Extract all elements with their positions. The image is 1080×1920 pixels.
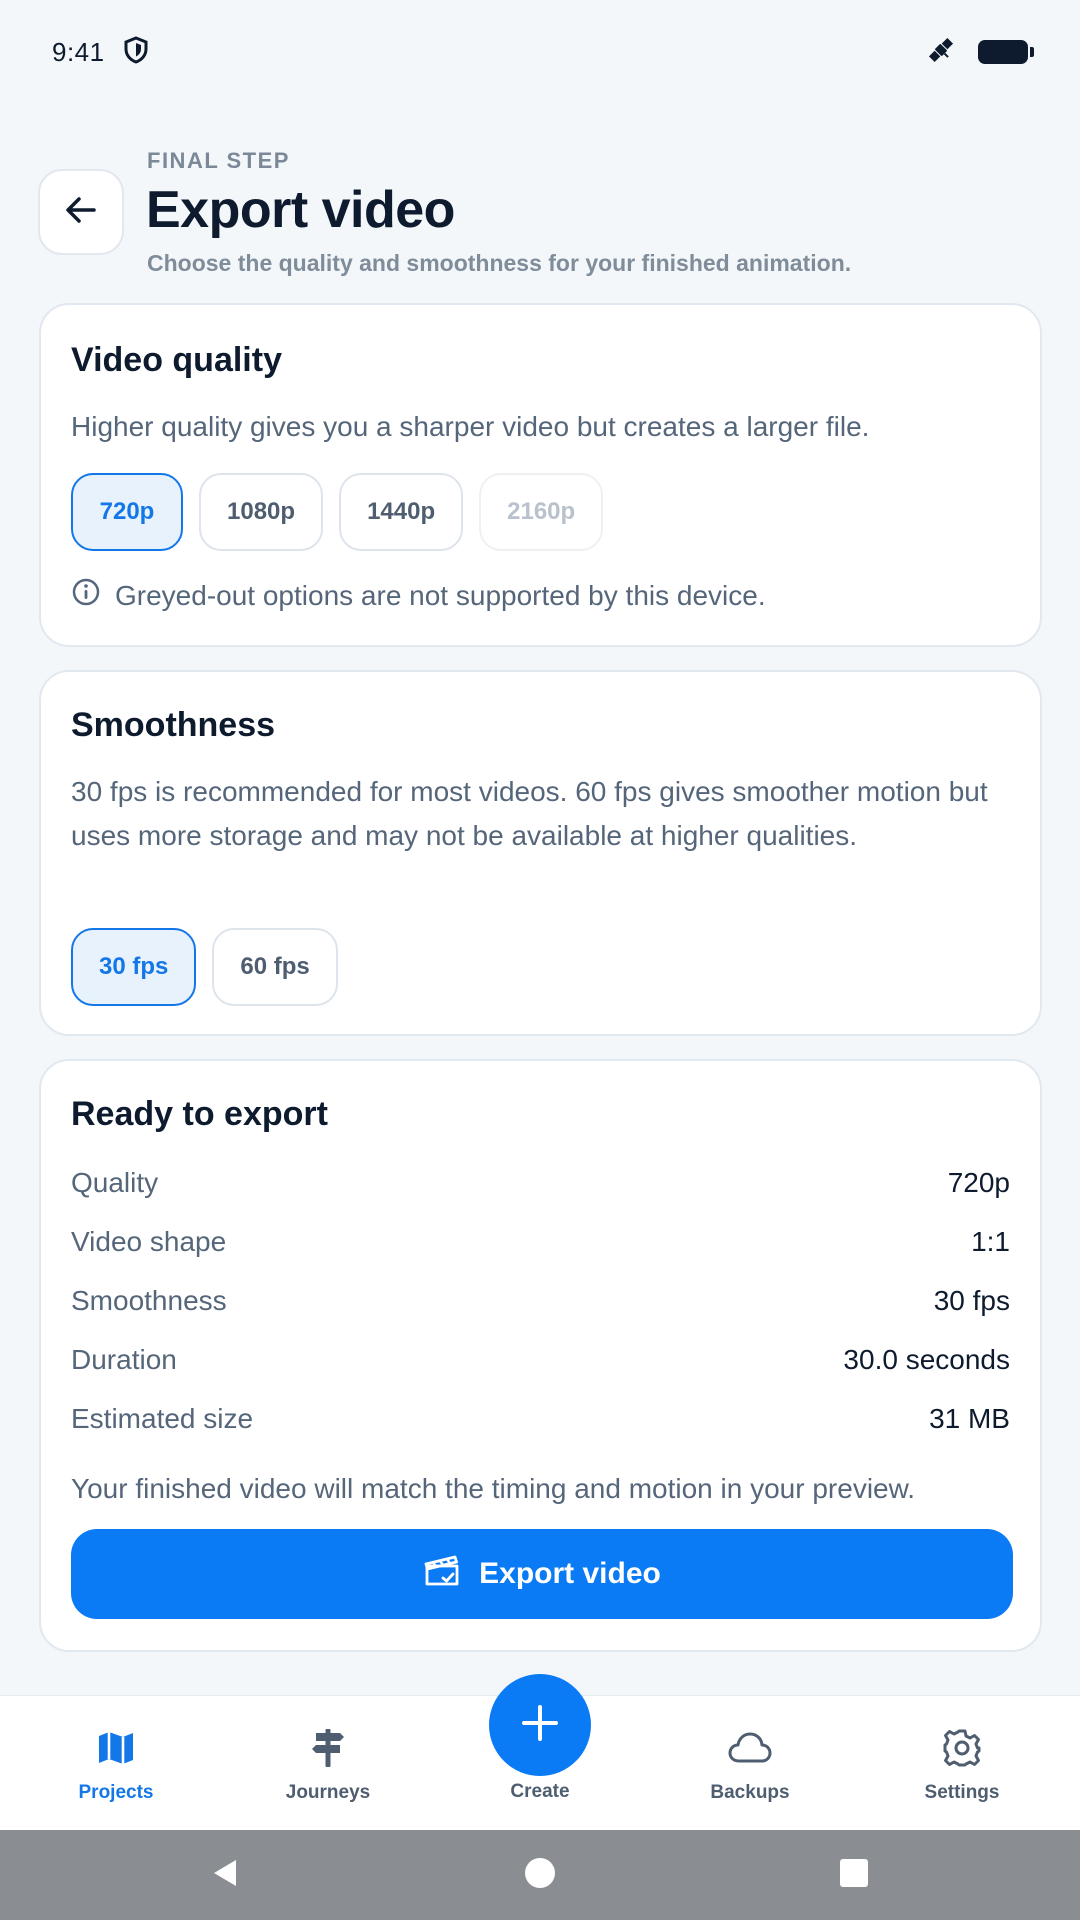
summary-value: 1:1 (971, 1226, 1010, 1257)
status-left: 9:41 (52, 35, 149, 69)
info-icon (71, 577, 101, 614)
satellite-icon (926, 35, 956, 70)
system-back-button[interactable] (200, 1850, 250, 1900)
nav-label: Journeys (285, 1782, 371, 1803)
status-time: 9:41 (52, 36, 105, 67)
ready-to-export-card: Ready to export Quality 720p Video shape… (39, 1059, 1042, 1652)
quality-note: Greyed-out options are not supported by … (71, 577, 766, 614)
summary-label: Quality (71, 1167, 159, 1198)
system-navigation-bar (0, 1830, 1080, 1920)
back-button[interactable] (38, 169, 124, 255)
summary-row-duration: Duration 30.0 seconds (71, 1344, 1010, 1376)
gear-icon (942, 1726, 982, 1770)
video-quality-description: Higher quality gives you a sharper video… (71, 411, 870, 442)
smoothness-title: Smoothness (71, 706, 276, 744)
map-icon (96, 1726, 136, 1770)
plus-icon (520, 1703, 560, 1748)
nav-label: Settings (924, 1782, 1000, 1803)
summary-label: Video shape (71, 1226, 227, 1257)
nav-label: Backups (710, 1782, 790, 1803)
smoothness-option-30fps[interactable]: 30 fps (71, 928, 197, 1006)
clapperboard-icon (423, 1552, 461, 1596)
battery-icon (978, 40, 1034, 64)
quality-options: 720p 1080p 1440p 2160p (71, 473, 604, 551)
arrow-left-icon (64, 193, 98, 232)
summary-value: 30 fps (933, 1285, 1010, 1316)
summary-label: Duration (71, 1344, 177, 1375)
system-recents-button[interactable] (829, 1850, 879, 1900)
summary-value: 31 MB (929, 1403, 1010, 1434)
summary-value: 30.0 seconds (843, 1344, 1010, 1375)
summary-label: Estimated size (71, 1403, 254, 1434)
summary-row-smoothness: Smoothness 30 fps (71, 1285, 1010, 1317)
shield-icon (123, 35, 149, 69)
smoothness-description: 30 fps is recommended for most videos. 6… (71, 776, 988, 851)
quality-option-1440p[interactable]: 1440p (339, 473, 464, 551)
quality-note-text: Greyed-out options are not supported by … (115, 579, 766, 611)
signpost-icon (308, 1726, 348, 1770)
summary-note: Your finished video will match the timin… (71, 1473, 916, 1504)
nav-item-journeys[interactable]: Journeys (238, 1696, 418, 1831)
step-eyebrow: FINAL STEP (147, 148, 290, 173)
nav-item-settings[interactable]: Settings (872, 1696, 1052, 1831)
summary-row-video-shape: Video shape 1:1 (71, 1226, 1010, 1258)
quality-option-2160p: 2160p (479, 473, 604, 551)
smoothness-option-60fps[interactable]: 60 fps (212, 928, 338, 1006)
create-label: Create (510, 1781, 570, 1802)
nav-label: Projects (78, 1782, 154, 1803)
nav-item-backups[interactable]: Backups (660, 1696, 840, 1831)
page-header: FINAL STEP Export video Choose the quali… (0, 140, 1080, 290)
nav-item-projects[interactable]: Projects (26, 1696, 206, 1831)
square-recents-icon (838, 1857, 870, 1894)
cloud-icon (728, 1726, 772, 1770)
quality-option-1080p[interactable]: 1080p (199, 473, 324, 551)
video-quality-card: Video quality Higher quality gives you a… (39, 303, 1042, 647)
smoothness-options: 30 fps 60 fps (71, 928, 338, 1006)
page-subtitle: Choose the quality and smoothness for yo… (147, 250, 852, 276)
summary-value: 720p (947, 1167, 1010, 1198)
triangle-back-icon (208, 1856, 242, 1895)
circle-home-icon (523, 1856, 557, 1895)
quality-option-720p[interactable]: 720p (71, 473, 183, 551)
summary-row-estimated-size: Estimated size 31 MB (71, 1403, 1010, 1435)
page-title: Export video (146, 181, 455, 239)
status-right (926, 35, 1034, 70)
system-home-button[interactable] (515, 1850, 565, 1900)
export-video-label: Export video (479, 1557, 661, 1590)
summary-label: Smoothness (71, 1285, 227, 1316)
video-quality-title: Video quality (71, 341, 282, 379)
ready-to-export-title: Ready to export (71, 1095, 328, 1133)
status-bar: 9:41 (0, 0, 1080, 104)
summary-row-quality: Quality 720p (71, 1167, 1010, 1199)
export-video-button[interactable]: Export video (71, 1529, 1013, 1619)
smoothness-card: Smoothness 30 fps is recommended for mos… (39, 670, 1042, 1036)
create-button[interactable] (489, 1674, 591, 1776)
